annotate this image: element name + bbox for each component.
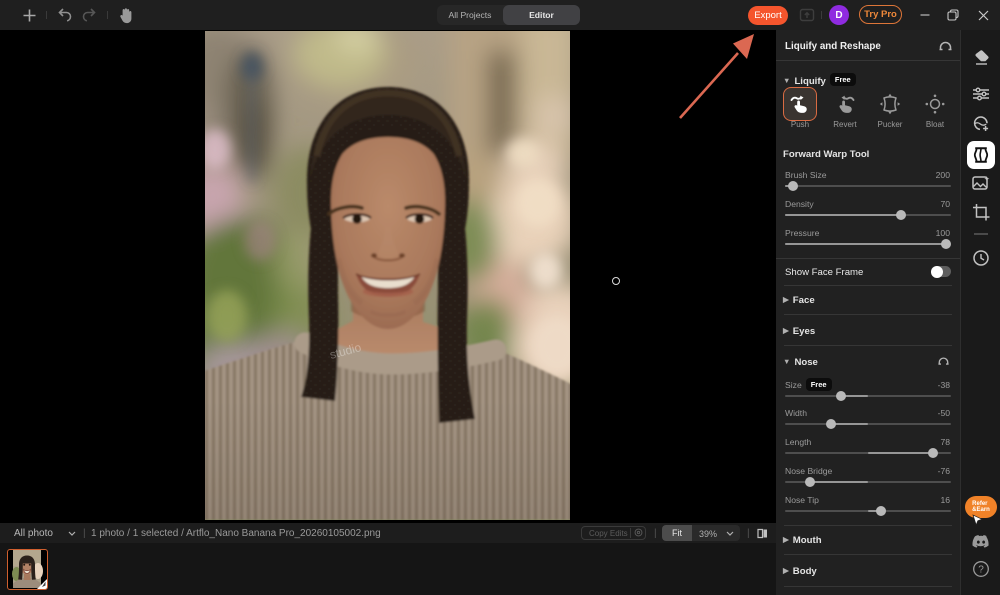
svg-text:?: ? bbox=[978, 565, 984, 576]
